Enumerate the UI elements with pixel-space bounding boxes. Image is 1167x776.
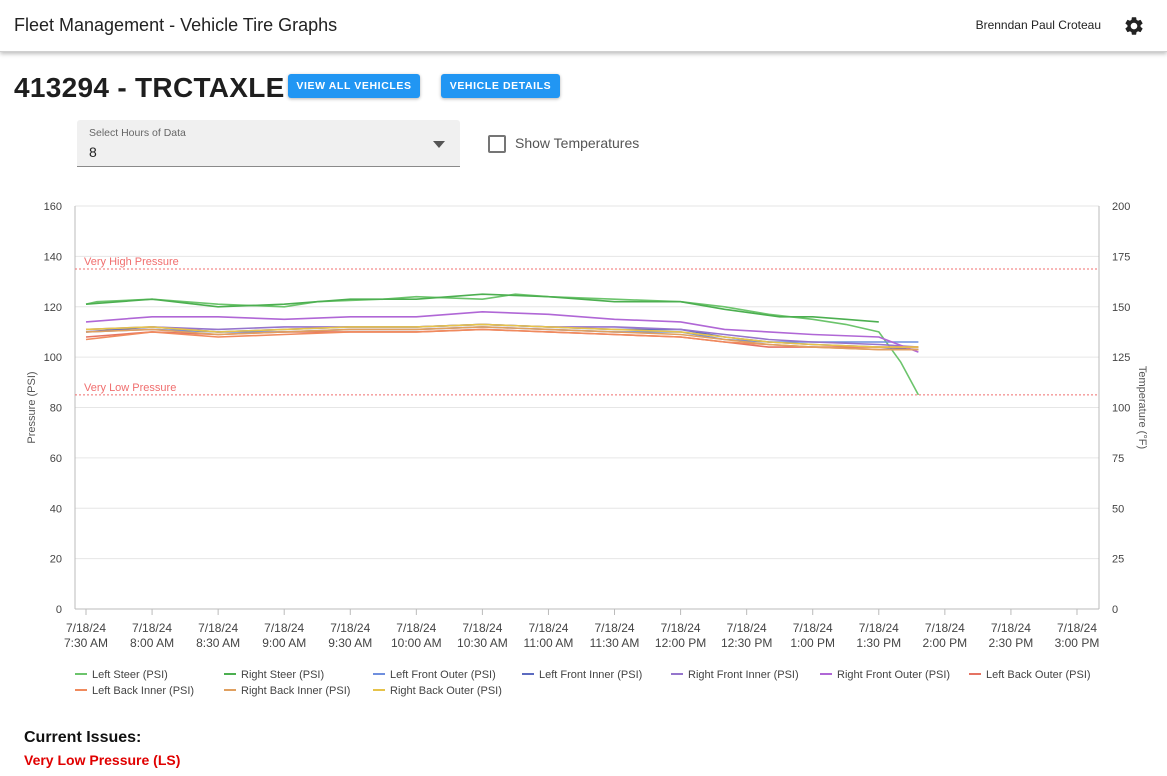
view-all-vehicles-button[interactable]: VIEW ALL VEHICLES	[288, 74, 420, 98]
x-tick-time: 12:00 PM	[655, 636, 706, 650]
y2-tick-label: 200	[1112, 201, 1130, 213]
legend-label: Right Back Outer (PSI)	[390, 685, 502, 697]
y-tick-label: 120	[44, 302, 62, 314]
x-tick-time: 12:30 PM	[721, 636, 772, 650]
x-tick-time: 9:30 AM	[328, 636, 372, 650]
x-tick-date: 7/18/24	[661, 621, 701, 635]
threshold-label: Very Low Pressure	[84, 382, 176, 394]
x-tick-time: 11:30 AM	[590, 636, 640, 650]
y2-tick-label: 25	[1112, 554, 1124, 566]
legend-label: Right Back Inner (PSI)	[241, 685, 350, 697]
hours-select-label: Select Hours of Data	[89, 127, 186, 139]
legend-item[interactable]: Left Front Inner (PSI)	[522, 669, 642, 681]
x-tick-time: 1:30 PM	[856, 636, 901, 650]
x-tick-time: 9:00 AM	[262, 636, 306, 650]
x-tick-time: 3:00 PM	[1055, 636, 1100, 650]
x-tick-date: 7/18/24	[595, 621, 635, 635]
x-tick-time: 7:30 AM	[64, 636, 108, 650]
y2-tick-label: 150	[1112, 302, 1130, 314]
y2-tick-label: 100	[1112, 403, 1130, 415]
series-line	[85, 293, 879, 323]
legend-item[interactable]: Left Steer (PSI)	[75, 669, 168, 681]
legend-label: Right Steer (PSI)	[241, 669, 324, 681]
x-tick-time: 8:30 AM	[196, 636, 240, 650]
app-bar: Fleet Management - Vehicle Tire Graphs B…	[0, 0, 1167, 52]
y2-tick-label: 175	[1112, 251, 1130, 263]
y-axis-label: Pressure (PSI)	[26, 371, 38, 443]
legend-item[interactable]: Left Front Outer (PSI)	[373, 669, 496, 681]
x-tick-date: 7/18/24	[528, 621, 568, 635]
y-tick-label: 140	[44, 251, 62, 263]
y2-tick-label: 75	[1112, 453, 1124, 465]
x-tick-date: 7/18/24	[925, 621, 965, 635]
y-tick-label: 20	[50, 554, 62, 566]
x-tick-date: 7/18/24	[264, 621, 304, 635]
x-tick-date: 7/18/24	[198, 621, 238, 635]
y-tick-label: 60	[50, 453, 62, 465]
y2-tick-label: 0	[1112, 604, 1118, 616]
hours-select[interactable]: Select Hours of Data 8	[77, 120, 460, 167]
x-tick-date: 7/18/24	[396, 621, 436, 635]
legend-item[interactable]: Left Back Outer (PSI)	[969, 669, 1091, 681]
legend-item[interactable]: Right Front Inner (PSI)	[671, 669, 799, 681]
legend-label: Right Front Inner (PSI)	[688, 669, 799, 681]
legend-item[interactable]: Right Steer (PSI)	[224, 669, 324, 681]
x-tick-date: 7/18/24	[1057, 621, 1097, 635]
x-tick-time: 8:00 AM	[130, 636, 174, 650]
x-tick-time: 2:00 PM	[922, 636, 967, 650]
gear-icon[interactable]	[1123, 15, 1145, 37]
x-tick-time: 11:00 AM	[524, 636, 574, 650]
x-tick-date: 7/18/24	[132, 621, 172, 635]
issue-item: Very Low Pressure (LS)	[24, 752, 181, 768]
y-tick-label: 100	[44, 352, 62, 364]
issues-title: Current Issues:	[24, 729, 142, 746]
hours-select-value: 8	[89, 144, 97, 160]
pressure-chart: 0 20 40 60 80 100 120 140 160 0 25 50 75 100 125 150 175…	[26, 201, 1148, 697]
y2-tick-label: 125	[1112, 352, 1130, 364]
y2-axis-label: Temperature (°F)	[1136, 366, 1148, 449]
legend-item[interactable]: Right Back Inner (PSI)	[224, 685, 350, 697]
legend-label: Left Steer (PSI)	[92, 669, 168, 681]
legend-item[interactable]: Right Front Outer (PSI)	[820, 669, 950, 681]
x-tick-time: 10:00 AM	[391, 636, 442, 650]
y-tick-label: 40	[50, 503, 62, 515]
show-temperatures-checkbox[interactable]	[488, 135, 506, 153]
y-tick-label: 80	[50, 403, 62, 415]
x-tick-date: 7/18/24	[330, 621, 370, 635]
page-title: 413294 - TRCTAXLE	[14, 72, 285, 103]
x-tick-time: 1:00 PM	[790, 636, 835, 650]
vehicle-details-button[interactable]: VEHICLE DETAILS	[441, 74, 560, 98]
dropdown-arrow-icon	[433, 141, 445, 148]
legend-label: Left Back Outer (PSI)	[986, 669, 1091, 681]
legend-item[interactable]: Right Back Outer (PSI)	[373, 685, 502, 697]
series-line	[85, 293, 920, 396]
legend-label: Left Front Outer (PSI)	[390, 669, 496, 681]
x-tick-date: 7/18/24	[727, 621, 767, 635]
legend-label: Left Front Inner (PSI)	[539, 669, 642, 681]
x-tick-date: 7/18/24	[793, 621, 833, 635]
y2-tick-label: 50	[1112, 503, 1124, 515]
x-tick-date: 7/18/24	[859, 621, 899, 635]
y-tick-label: 160	[44, 201, 62, 213]
x-tick-date: 7/18/24	[66, 621, 106, 635]
legend-label: Right Front Outer (PSI)	[837, 669, 950, 681]
show-temperatures-label[interactable]: Show Temperatures	[515, 135, 639, 151]
x-tick-time: 2:30 PM	[989, 636, 1034, 650]
legend-item[interactable]: Left Back Inner (PSI)	[75, 685, 194, 697]
user-name[interactable]: Brenndan Paul Croteau	[976, 18, 1101, 32]
x-tick-date: 7/18/24	[991, 621, 1031, 635]
threshold-label: Very High Pressure	[84, 256, 179, 268]
x-tick-time: 10:30 AM	[457, 636, 508, 650]
app-title: Fleet Management - Vehicle Tire Graphs	[14, 15, 338, 35]
x-tick-date: 7/18/24	[462, 621, 502, 635]
legend-label: Left Back Inner (PSI)	[92, 685, 194, 697]
y-tick-label: 0	[56, 604, 62, 616]
